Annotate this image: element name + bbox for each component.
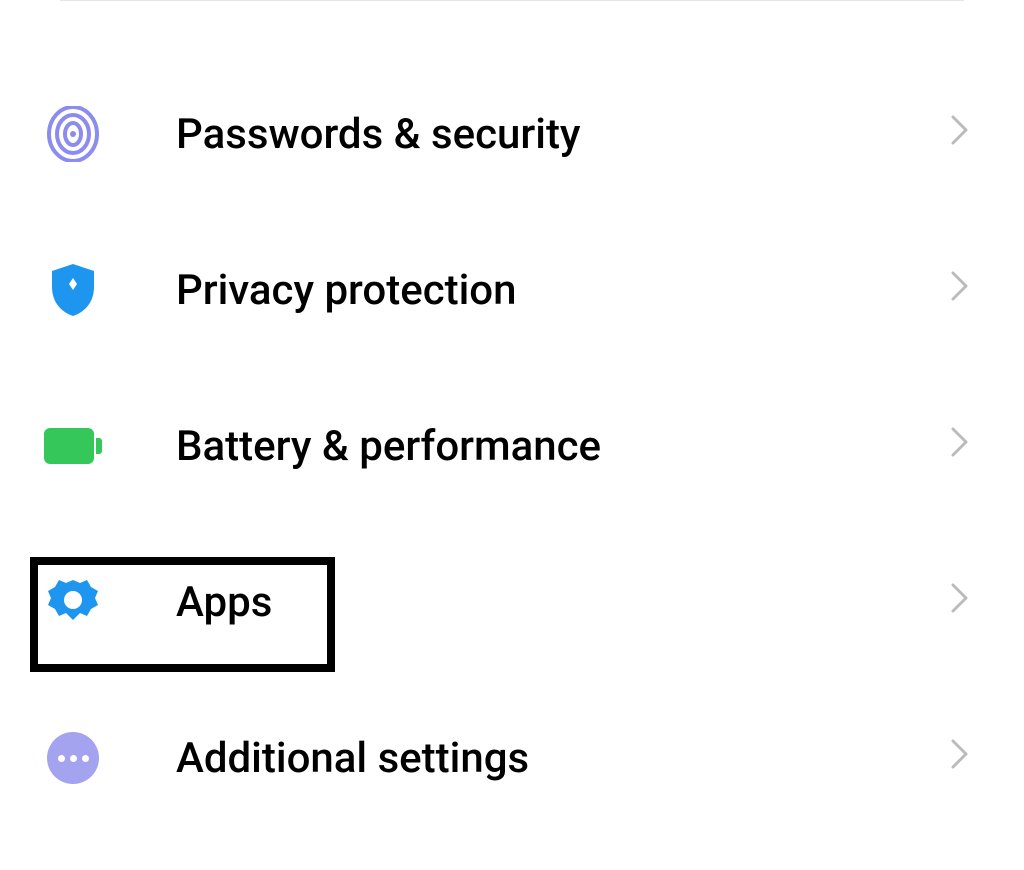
settings-list: Passwords & security Privacy protection (45, 1, 979, 836)
item-label: Battery & performance (176, 422, 951, 471)
dots-icon (45, 730, 101, 786)
item-label: Passwords & security (176, 110, 951, 159)
chevron-right-icon (951, 583, 969, 621)
chevron-right-icon (951, 271, 969, 309)
settings-item-apps[interactable]: Apps (45, 524, 979, 680)
item-label: Apps (176, 578, 951, 627)
fingerprint-icon (45, 106, 101, 162)
settings-item-privacy-protection[interactable]: Privacy protection (45, 212, 979, 368)
item-label: Additional settings (176, 734, 951, 783)
shield-icon (45, 262, 101, 318)
settings-item-battery-performance[interactable]: Battery & performance (45, 368, 979, 524)
settings-item-additional-settings[interactable]: Additional settings (45, 680, 979, 836)
chevron-right-icon (951, 427, 969, 465)
chevron-right-icon (951, 115, 969, 153)
chevron-right-icon (951, 739, 969, 777)
battery-icon (45, 418, 101, 474)
item-label: Privacy protection (176, 266, 951, 315)
settings-container: Passwords & security Privacy protection (0, 0, 1024, 836)
gear-icon (45, 574, 101, 630)
settings-item-passwords-security[interactable]: Passwords & security (45, 56, 979, 212)
